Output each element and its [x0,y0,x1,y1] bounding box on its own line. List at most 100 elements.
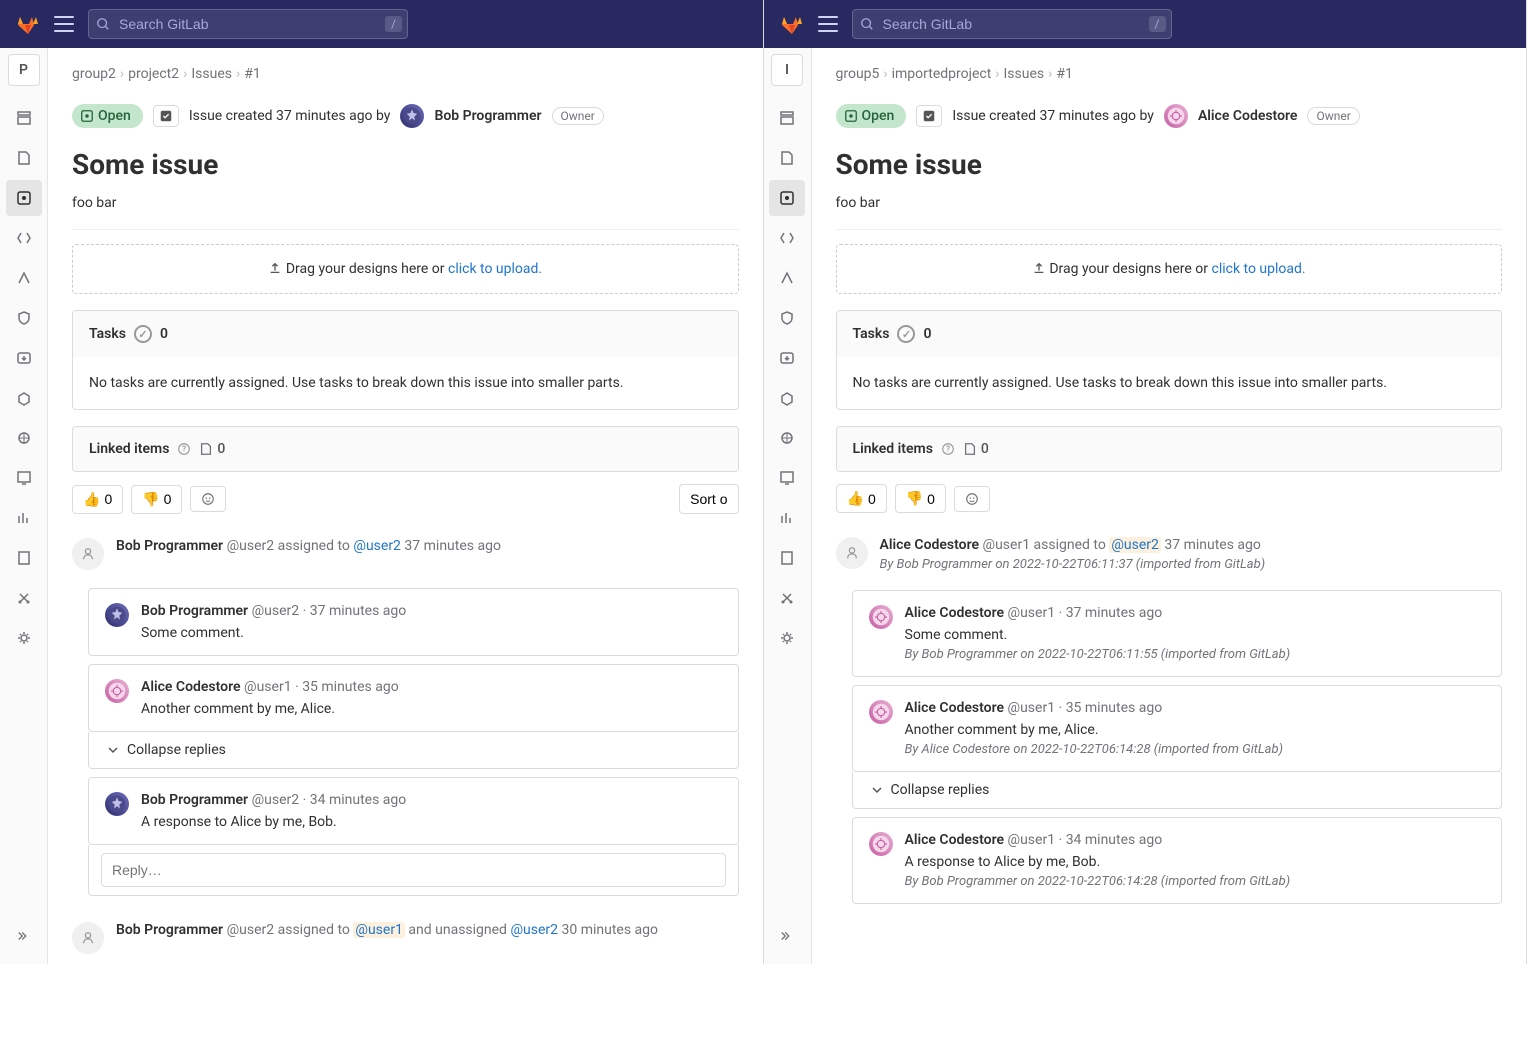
user-mention[interactable]: @user2 [510,922,558,938]
sidebar-item[interactable] [6,220,42,256]
tasks-header[interactable]: Tasks ✓ 0 [73,311,738,357]
sidebar-item[interactable] [769,420,805,456]
avatar[interactable] [105,603,129,627]
help-icon[interactable]: ? [941,442,955,456]
breadcrumb-link[interactable]: #1 [244,66,261,82]
design-upload-zone[interactable]: Drag your designs here or click to uploa… [72,244,739,294]
author-handle[interactable]: @user2 [227,538,275,554]
thumbs-up-button[interactable]: 👍 0 [836,484,887,513]
sidebar-item[interactable] [769,300,805,336]
sidebar-item[interactable] [769,340,805,376]
sidebar-item[interactable] [6,580,42,616]
gitlab-logo[interactable] [16,12,40,36]
breadcrumb-link[interactable]: Issues [191,66,232,82]
author-name[interactable]: Bob Programmer [116,538,223,554]
sidebar-item[interactable] [769,580,805,616]
avatar[interactable] [869,605,893,629]
author-handle[interactable]: @user2 [252,792,300,808]
author-handle[interactable]: @user2 [252,603,300,619]
sidebar-item[interactable] [6,300,42,336]
menu-icon[interactable] [54,14,74,34]
linked-items-header[interactable]: Linked items ? 0 [837,427,1502,471]
expand-sidebar-button[interactable] [769,918,805,954]
author-handle[interactable]: @user1 [1008,605,1056,621]
expand-sidebar-button[interactable] [6,918,42,954]
author-name[interactable]: Alice Codestore [905,832,1005,848]
sidebar-item[interactable] [6,500,42,536]
sidebar-item[interactable] [769,540,805,576]
sidebar-item[interactable] [769,100,805,136]
collapse-replies-button[interactable]: Collapse replies [88,732,739,769]
collapse-replies-button[interactable]: Collapse replies [852,772,1503,809]
author-name[interactable]: Bob Programmer [141,603,248,619]
design-upload-zone[interactable]: Drag your designs here or click to uploa… [836,244,1503,294]
sidebar-item[interactable] [6,540,42,576]
sidebar-item[interactable] [769,220,805,256]
sort-button[interactable]: Sort o [679,484,738,514]
breadcrumb-link[interactable]: project2 [128,66,179,82]
upload-link[interactable]: click to upload. [1212,261,1306,277]
author-handle[interactable]: @user1 [983,537,1031,553]
menu-icon[interactable] [818,14,838,34]
avatar[interactable] [400,104,424,128]
author-handle[interactable]: @user2 [227,922,275,938]
author-name[interactable]: Alice Codestore [1198,108,1298,124]
task-completion-icon[interactable] [916,105,942,127]
sidebar-item[interactable] [769,460,805,496]
reply-input[interactable] [101,853,726,887]
sidebar-item[interactable] [6,140,42,176]
avatar[interactable] [1164,104,1188,128]
sidebar-item[interactable] [6,180,42,216]
author-handle[interactable]: @user1 [1008,832,1056,848]
author-name[interactable]: Bob Programmer [141,792,248,808]
linked-items-header[interactable]: Linked items ? 0 [73,427,738,471]
author-name[interactable]: Alice Codestore [141,679,241,695]
breadcrumb-link[interactable]: group2 [72,66,116,82]
breadcrumb-link[interactable]: #1 [1056,66,1073,82]
thumbs-down-button[interactable]: 👎 0 [131,485,182,514]
sidebar-item[interactable] [6,380,42,416]
thumbs-down-button[interactable]: 👎 0 [895,484,946,513]
author-name[interactable]: Alice Codestore [880,537,980,553]
sidebar-item[interactable] [769,180,805,216]
avatar[interactable] [105,679,129,703]
sidebar-item[interactable] [6,420,42,456]
user-mention[interactable]: @user2 [1109,537,1161,553]
sidebar-item[interactable] [6,100,42,136]
search-input[interactable] [88,9,408,39]
user-mention[interactable]: @user2 [353,538,401,554]
author-handle[interactable]: @user1 [244,679,292,695]
upload-link[interactable]: click to upload. [448,261,542,277]
avatar[interactable] [105,792,129,816]
add-reaction-button[interactable] [954,486,990,512]
sidebar-item[interactable] [769,620,805,656]
breadcrumb-link[interactable]: group5 [836,66,880,82]
author-name[interactable]: Alice Codestore [905,605,1005,621]
sidebar-item[interactable] [769,380,805,416]
sidebar-item[interactable] [769,140,805,176]
gitlab-logo[interactable] [780,12,804,36]
search-input[interactable] [852,9,1172,39]
sidebar-item[interactable] [6,620,42,656]
tasks-header[interactable]: Tasks ✓ 0 [837,311,1502,357]
author-handle[interactable]: @user1 [1008,700,1056,716]
user-mention[interactable]: @user1 [353,922,405,938]
avatar[interactable] [869,700,893,724]
sidebar-item[interactable] [769,500,805,536]
help-icon[interactable]: ? [177,442,191,456]
sidebar-item[interactable] [6,340,42,376]
thumbs-up-button[interactable]: 👍 0 [72,485,123,514]
avatar[interactable] [869,832,893,856]
sidebar-item[interactable] [769,260,805,296]
task-completion-icon[interactable] [153,105,179,127]
add-reaction-button[interactable] [190,486,226,512]
sidebar-item[interactable] [6,460,42,496]
author-name[interactable]: Alice Codestore [905,700,1005,716]
author-name[interactable]: Bob Programmer [116,922,223,938]
sidebar-item[interactable] [6,260,42,296]
breadcrumb-link[interactable]: importedproject [892,66,992,82]
project-badge[interactable]: P [8,54,40,86]
author-name[interactable]: Bob Programmer [434,108,541,124]
project-badge[interactable]: I [771,54,803,86]
breadcrumb-link[interactable]: Issues [1004,66,1045,82]
